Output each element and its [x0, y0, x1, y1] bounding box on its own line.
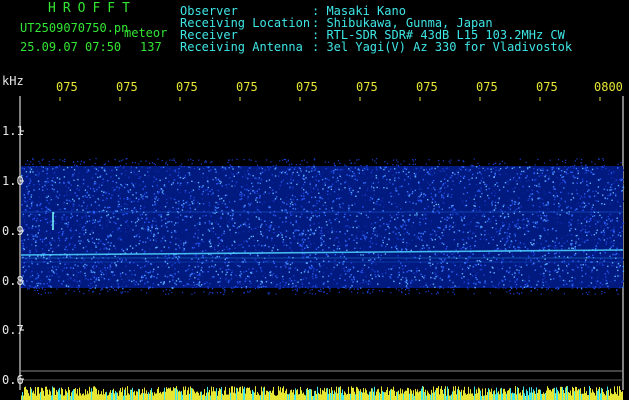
spectrogram — [19, 96, 625, 400]
x-tick-label: 075 — [56, 80, 78, 94]
info-value-antenna: : 3el Yagi(V) Az 330 for Vladivostok — [312, 40, 573, 54]
x-tick-label: 075 — [116, 80, 138, 94]
y-axis-unit: kHz — [2, 74, 24, 88]
y-tick-label: 0.9 — [2, 224, 24, 238]
y-tick-label: 0.7 — [2, 323, 24, 337]
x-tick-label: 075 — [476, 80, 498, 94]
noise-band — [21, 166, 623, 288]
app-title: HROFFT — [48, 1, 137, 16]
y-tick-label: 1.0 — [2, 174, 24, 188]
y-tick-label: 0.6 — [2, 373, 24, 387]
mode-tag: meteor — [124, 26, 168, 40]
y-tick-label: 1.1 — [2, 124, 24, 138]
date-time: 25.09.07 07:50 — [20, 40, 122, 54]
x-tick-label: 075 — [416, 80, 438, 94]
x-tick-label: 075 — [356, 80, 378, 94]
x-tick-label: 075 — [536, 80, 558, 94]
file-name: UT2509070750.pn — [20, 21, 129, 35]
info-label-antenna: Receiving Antenna — [180, 40, 303, 54]
activity-strip — [21, 386, 623, 400]
x-tick-label: 075 — [176, 80, 198, 94]
detection-count: 137 — [140, 40, 162, 54]
x-tick-label: 0800 — [594, 80, 623, 94]
y-tick-label: 0.8 — [2, 274, 24, 288]
x-tick-label: 075 — [236, 80, 258, 94]
x-tick-label: 075 — [296, 80, 318, 94]
